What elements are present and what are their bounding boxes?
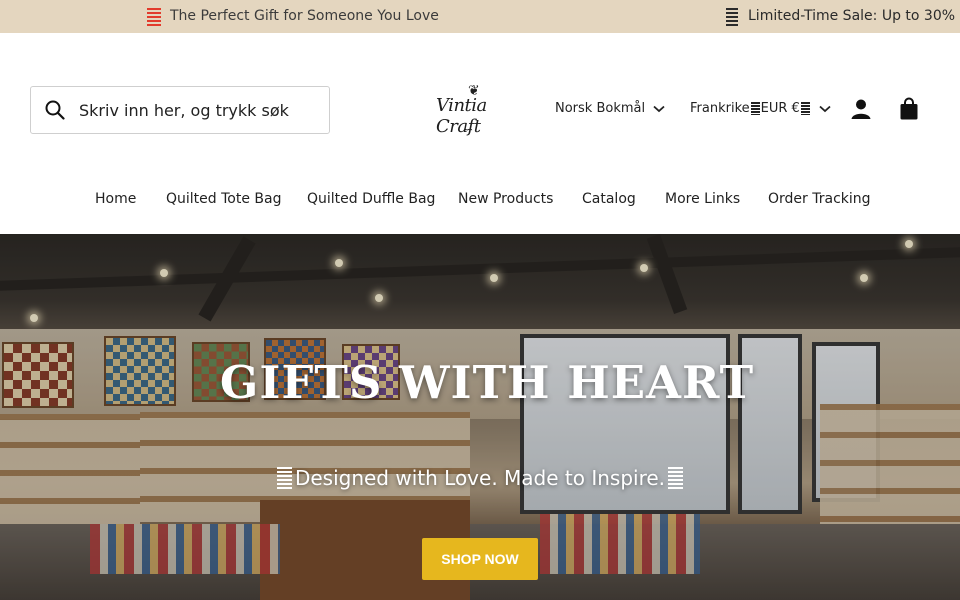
nav-item-more-links[interactable]: More Links — [665, 191, 740, 207]
nav-item-quilted-tote-bag[interactable]: Quilted Tote Bag — [166, 191, 281, 207]
flag-emoji-icon — [750, 102, 760, 115]
user-icon[interactable] — [850, 98, 872, 124]
heart-emoji-icon — [668, 467, 684, 489]
nav-item-new-products[interactable]: New Products — [458, 191, 553, 207]
site-logo[interactable]: ❦ Vintia Craft ∽ — [432, 83, 524, 139]
currency-selector[interactable]: Frankrike EUR € — [690, 101, 831, 116]
hero-subtitle-text: Designed with Love. Made to Inspire. — [294, 466, 666, 490]
announcement-message[interactable]: The Perfect Gift for Someone You Love — [147, 0, 439, 33]
hero-subtitle: Designed with Love. Made to Inspire. — [0, 466, 960, 490]
announcement-message[interactable]: Limited-Time Sale: Up to 30% Of — [726, 0, 960, 33]
search-icon[interactable] — [31, 100, 79, 120]
currency-code: EUR € — [760, 101, 800, 116]
language-selector[interactable]: Norsk Bokmål — [555, 101, 665, 116]
search-input[interactable]: Skriv inn her, og trykk søk — [79, 101, 289, 120]
shop-now-button[interactable]: SHOP NOW — [422, 538, 538, 580]
main-navigation: Home Quilted Tote Bag Quilted Duffle Bag… — [0, 191, 960, 211]
announcement-text: The Perfect Gift for Someone You Love — [170, 8, 439, 24]
gift-emoji-icon — [147, 7, 161, 26]
site-header: Skriv inn her, og trykk søk ❦ Vintia Cra… — [0, 33, 960, 233]
logo-text: Vintia Craft — [436, 95, 487, 137]
chevron-down-icon — [653, 105, 665, 113]
logo-swirl-icon: ∽ — [464, 123, 474, 136]
shopping-bag-icon[interactable] — [899, 97, 919, 125]
currency-country: Frankrike — [690, 101, 750, 116]
nav-item-order-tracking[interactable]: Order Tracking — [768, 191, 871, 207]
language-label: Norsk Bokmål — [555, 101, 646, 116]
hero-title: GIFTS WITH HEART — [219, 356, 755, 409]
nav-item-quilted-duffle-bag[interactable]: Quilted Duffle Bag — [307, 191, 435, 207]
nav-item-catalog[interactable]: Catalog — [582, 191, 636, 207]
hero-banner: GIFTS WITH HEART Designed with Love. Mad… — [0, 234, 960, 600]
chevron-down-icon — [819, 105, 831, 113]
sale-emoji-icon — [726, 7, 738, 26]
announcement-text: Limited-Time Sale: Up to 30% Of — [748, 8, 960, 24]
announcement-bar: The Perfect Gift for Someone You Love Li… — [0, 0, 960, 33]
nav-item-home[interactable]: Home — [95, 191, 136, 207]
search-box[interactable]: Skriv inn her, og trykk søk — [30, 86, 330, 134]
heart-emoji-icon — [276, 467, 292, 489]
flag-emoji-icon — [800, 102, 810, 115]
